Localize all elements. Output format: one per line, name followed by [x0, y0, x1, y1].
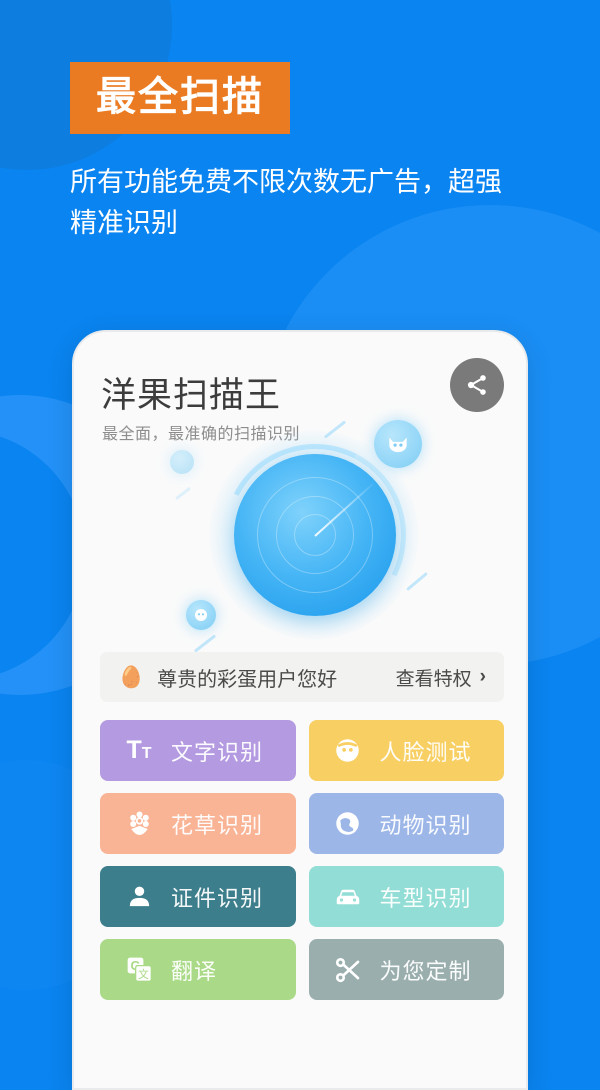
text-size-icon: TT	[126, 736, 152, 764]
radar-illustration	[74, 392, 526, 692]
view-privilege-label: 查看特权	[395, 668, 472, 690]
app-screen: 洋果扫描王 最全面，最准确的扫描识别 🥚 尊贵的彩蛋用户您好 查看特权 › TT…	[74, 332, 526, 1088]
feature-tile-customize[interactable]: 为您定制	[308, 939, 504, 1000]
promo-badge: 最全扫描	[70, 62, 290, 134]
feature-label: 翻译	[171, 958, 218, 984]
smiley-face-icon	[195, 609, 207, 621]
feature-grid: TT 文字识别 人脸测试 花草识别 动物识别 证件识别 车型识别 G 文 翻译 …	[100, 720, 504, 1000]
feature-label: 文字识别	[171, 739, 264, 765]
feature-tile-animal-recognition[interactable]: 动物识别	[308, 793, 504, 854]
promo-headline: 最全扫描 所有功能免费不限次数无广告，超强精准识别	[70, 62, 510, 243]
car-icon	[333, 882, 363, 912]
feature-label: 车型识别	[379, 885, 472, 911]
radar-disc	[234, 454, 396, 616]
bubble-small	[170, 450, 194, 474]
cat-face-icon	[389, 437, 407, 453]
feature-tile-translate[interactable]: G 文 翻译	[100, 939, 296, 1000]
feature-tile-id-recognition[interactable]: 证件识别	[100, 866, 296, 927]
feature-label: 动物识别	[379, 812, 472, 838]
privilege-banner[interactable]: 🥚 尊贵的彩蛋用户您好 查看特权 ›	[100, 652, 504, 702]
feature-label: 人脸测试	[379, 739, 472, 765]
chevron-right-icon: ›	[479, 666, 486, 687]
translate-icon: G 文	[124, 955, 154, 985]
view-privilege-action[interactable]: 查看特权 ›	[396, 664, 486, 691]
face-icon	[333, 736, 363, 766]
promo-subhead: 所有功能免费不限次数无广告，超强精准识别	[70, 167, 502, 238]
bubble-face	[186, 600, 216, 630]
privilege-banner-text: 尊贵的彩蛋用户您好	[157, 668, 338, 691]
feature-label: 花草识别	[171, 812, 264, 838]
spark-line	[174, 486, 192, 501]
flower-icon	[124, 809, 154, 839]
bubble-cat	[374, 420, 422, 468]
easter-egg-icon: 🥚	[118, 665, 145, 689]
scissors-icon	[333, 955, 363, 985]
person-icon	[124, 882, 154, 912]
feature-tile-text-recognition[interactable]: TT 文字识别	[100, 720, 296, 781]
feature-label: 为您定制	[379, 958, 472, 984]
feature-tile-face-test[interactable]: 人脸测试	[308, 720, 504, 781]
globe-paw-icon	[333, 809, 363, 839]
svg-text:文: 文	[138, 967, 149, 981]
spark-line	[193, 634, 217, 653]
feature-tile-car-recognition[interactable]: 车型识别	[308, 866, 504, 927]
feature-tile-plant-recognition[interactable]: 花草识别	[100, 793, 296, 854]
feature-label: 证件识别	[171, 885, 264, 911]
phone-mockup: 洋果扫描王 最全面，最准确的扫描识别 🥚 尊贵的彩蛋用户您好 查看特权 › TT…	[72, 330, 528, 1090]
